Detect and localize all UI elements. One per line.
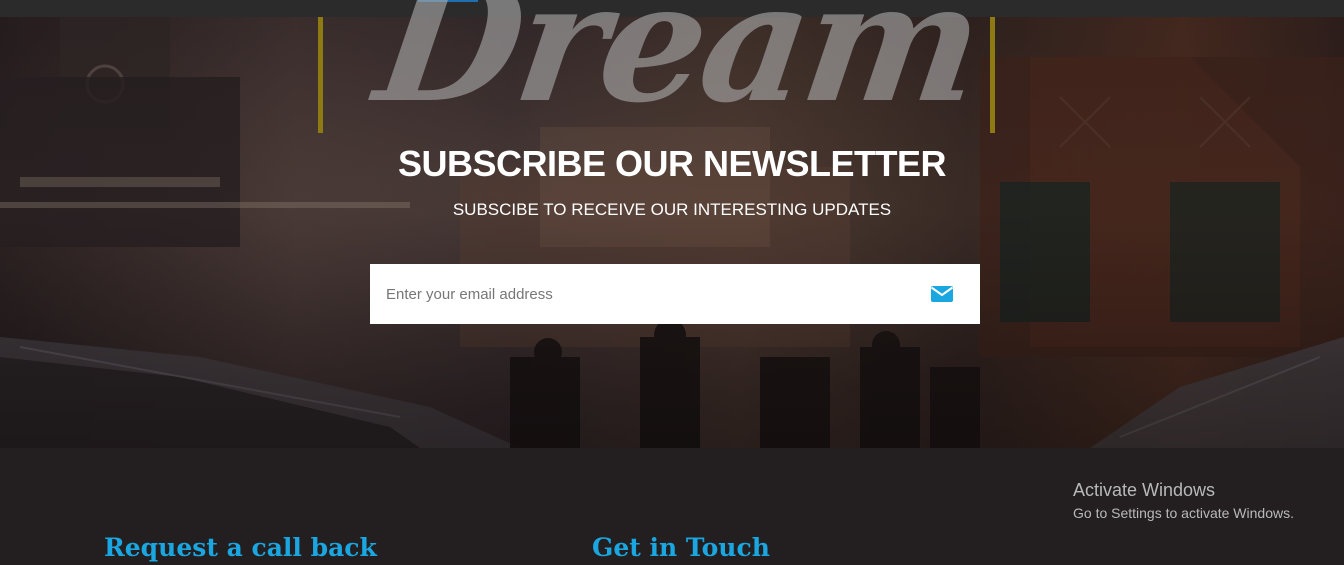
subscribe-send-button[interactable]: [930, 284, 954, 304]
watermark-subtitle: Go to Settings to activate Windows.: [1073, 505, 1294, 521]
watermark-title: Activate Windows: [1073, 480, 1216, 500]
left-decorative-line: [318, 17, 323, 133]
newsletter-title: SUBSCRIBE OUR NEWSLETTER: [397, 143, 947, 184]
get-in-touch-heading: Get in Touch: [592, 533, 770, 562]
activate-windows-watermark: Activate Windows Go to Settings to activ…: [1073, 479, 1294, 523]
request-callback-heading: Request a call back: [104, 533, 377, 562]
newsletter-form: [370, 264, 980, 324]
envelope-icon: [930, 286, 954, 302]
decorative-script-heading: Dream: [366, 0, 991, 139]
right-decorative-line: [990, 17, 995, 133]
newsletter-subtitle: SUBSCIBE TO RECEIVE OUR INTERESTING UPDA…: [452, 200, 892, 219]
email-input[interactable]: [370, 264, 910, 324]
